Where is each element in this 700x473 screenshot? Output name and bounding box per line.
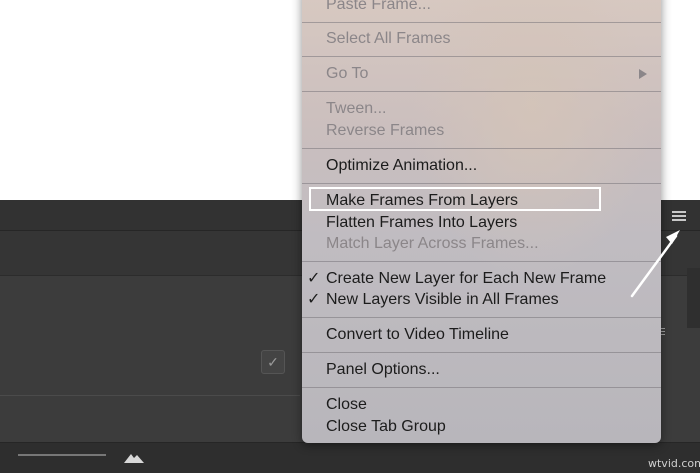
panel-footer (0, 442, 700, 473)
menu-separator (302, 352, 661, 353)
menu-item-convert-to-video-timeline[interactable]: Convert to Video Timeline (326, 324, 509, 345)
menu-item-match-layer-across-frames[interactable]: Match Layer Across Frames... (326, 233, 539, 254)
submenu-arrow-icon (639, 69, 647, 79)
menu-item-select-all-frames[interactable]: Select All Frames (326, 28, 450, 49)
menu-item-panel-options[interactable]: Panel Options... (326, 359, 440, 380)
panel-divider (0, 395, 300, 396)
menu-item-tween[interactable]: Tween... (326, 98, 386, 119)
panel-scroll-strip[interactable] (687, 268, 700, 328)
highlight-box (309, 187, 601, 211)
checkmark-icon: ✓ (307, 270, 321, 287)
panel-menu-icon[interactable] (672, 211, 686, 223)
frame-checkbox[interactable]: ✓ (261, 350, 285, 374)
checkmark-icon: ✓ (307, 291, 321, 308)
menu-item-paste-frame[interactable]: Paste Frame... (326, 0, 431, 15)
menu-item-create-new-layer[interactable]: Create New Layer for Each New Frame (326, 268, 606, 289)
menu-item-close-tab-group[interactable]: Close Tab Group (326, 416, 446, 437)
menu-separator (302, 22, 661, 23)
menu-item-new-layers-visible[interactable]: New Layers Visible in All Frames (326, 289, 559, 310)
annotation-arrow-icon (630, 230, 680, 298)
mountain-icon[interactable] (124, 451, 144, 463)
menu-separator (302, 148, 661, 149)
zoom-slider[interactable] (18, 454, 106, 456)
menu-separator (302, 183, 661, 184)
menu-separator (302, 261, 661, 262)
menu-item-go-to[interactable]: Go To (326, 63, 368, 84)
menu-separator (302, 91, 661, 92)
menu-separator (302, 387, 661, 388)
animation-panel-flyout-menu: Paste Frame... Select All Frames Go To T… (302, 0, 661, 443)
checkbox-check-icon: ✓ (267, 354, 279, 370)
menu-item-flatten-frames-into-layers[interactable]: Flatten Frames Into Layers (326, 212, 517, 233)
menu-item-reverse-frames[interactable]: Reverse Frames (326, 120, 444, 141)
watermark: wtvid.com (648, 457, 700, 470)
menu-separator (302, 317, 661, 318)
menu-item-optimize-animation[interactable]: Optimize Animation... (326, 155, 477, 176)
menu-item-close[interactable]: Close (326, 394, 367, 415)
menu-separator (302, 56, 661, 57)
